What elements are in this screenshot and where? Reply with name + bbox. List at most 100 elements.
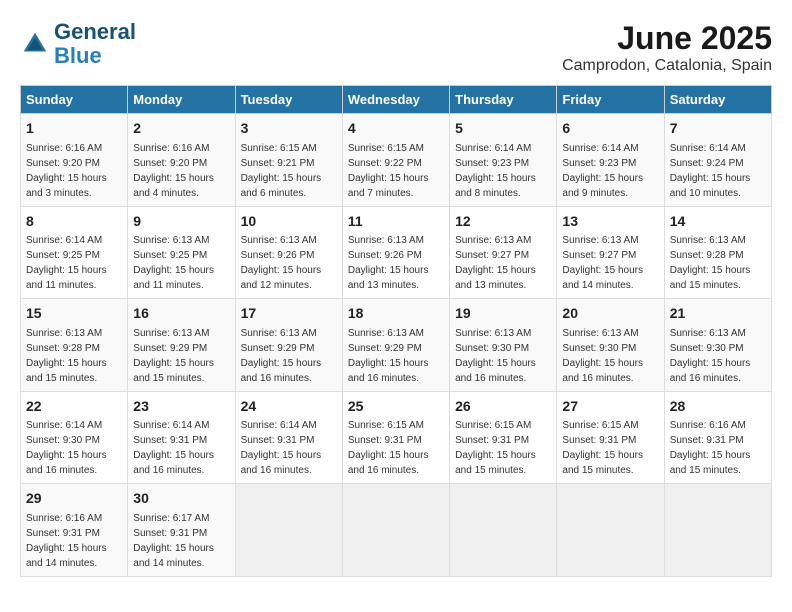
day-number: 6 (562, 119, 658, 139)
day-number: 2 (133, 119, 229, 139)
day-cell: 5Sunrise: 6:14 AMSunset: 9:23 PMDaylight… (450, 114, 557, 207)
day-cell: 14Sunrise: 6:13 AMSunset: 9:28 PMDayligh… (664, 206, 771, 299)
day-cell: 13Sunrise: 6:13 AMSunset: 9:27 PMDayligh… (557, 206, 664, 299)
day-info: Sunrise: 6:15 AMSunset: 9:31 PMDaylight:… (455, 418, 551, 478)
day-cell: 23Sunrise: 6:14 AMSunset: 9:31 PMDayligh… (128, 391, 235, 484)
day-cell (664, 484, 771, 577)
logo: General Blue (20, 20, 136, 68)
day-number: 11 (348, 212, 444, 232)
header-tuesday: Tuesday (235, 86, 342, 114)
logo-line1: General (54, 20, 136, 44)
day-info: Sunrise: 6:14 AMSunset: 9:25 PMDaylight:… (26, 233, 122, 293)
day-cell: 6Sunrise: 6:14 AMSunset: 9:23 PMDaylight… (557, 114, 664, 207)
day-info: Sunrise: 6:13 AMSunset: 9:25 PMDaylight:… (133, 233, 229, 293)
day-number: 28 (670, 397, 766, 417)
day-number: 29 (26, 489, 122, 509)
day-cell: 2Sunrise: 6:16 AMSunset: 9:20 PMDaylight… (128, 114, 235, 207)
calendar-subtitle: Camprodon, Catalonia, Spain (562, 57, 772, 75)
day-info: Sunrise: 6:16 AMSunset: 9:31 PMDaylight:… (26, 511, 122, 571)
day-cell: 28Sunrise: 6:16 AMSunset: 9:31 PMDayligh… (664, 391, 771, 484)
day-cell: 22Sunrise: 6:14 AMSunset: 9:30 PMDayligh… (21, 391, 128, 484)
day-cell (342, 484, 449, 577)
day-info: Sunrise: 6:14 AMSunset: 9:23 PMDaylight:… (455, 141, 551, 201)
day-info: Sunrise: 6:15 AMSunset: 9:31 PMDaylight:… (562, 418, 658, 478)
day-number: 20 (562, 304, 658, 324)
calendar-body: 1Sunrise: 6:16 AMSunset: 9:20 PMDaylight… (21, 114, 772, 577)
day-number: 24 (241, 397, 337, 417)
day-cell (235, 484, 342, 577)
day-info: Sunrise: 6:13 AMSunset: 9:29 PMDaylight:… (133, 326, 229, 386)
day-cell: 25Sunrise: 6:15 AMSunset: 9:31 PMDayligh… (342, 391, 449, 484)
day-info: Sunrise: 6:13 AMSunset: 9:29 PMDaylight:… (348, 326, 444, 386)
day-info: Sunrise: 6:13 AMSunset: 9:26 PMDaylight:… (348, 233, 444, 293)
day-info: Sunrise: 6:13 AMSunset: 9:30 PMDaylight:… (562, 326, 658, 386)
day-cell: 27Sunrise: 6:15 AMSunset: 9:31 PMDayligh… (557, 391, 664, 484)
calendar-title: June 2025 (562, 20, 772, 57)
header-wednesday: Wednesday (342, 86, 449, 114)
day-info: Sunrise: 6:15 AMSunset: 9:31 PMDaylight:… (348, 418, 444, 478)
week-row-2: 15Sunrise: 6:13 AMSunset: 9:28 PMDayligh… (21, 299, 772, 392)
day-info: Sunrise: 6:14 AMSunset: 9:31 PMDaylight:… (241, 418, 337, 478)
day-info: Sunrise: 6:15 AMSunset: 9:21 PMDaylight:… (241, 141, 337, 201)
header-row: SundayMondayTuesdayWednesdayThursdayFrid… (21, 86, 772, 114)
day-number: 3 (241, 119, 337, 139)
day-info: Sunrise: 6:13 AMSunset: 9:29 PMDaylight:… (241, 326, 337, 386)
header-saturday: Saturday (664, 86, 771, 114)
day-cell: 30Sunrise: 6:17 AMSunset: 9:31 PMDayligh… (128, 484, 235, 577)
day-cell (557, 484, 664, 577)
day-number: 5 (455, 119, 551, 139)
day-cell: 19Sunrise: 6:13 AMSunset: 9:30 PMDayligh… (450, 299, 557, 392)
day-info: Sunrise: 6:13 AMSunset: 9:30 PMDaylight:… (455, 326, 551, 386)
day-cell: 12Sunrise: 6:13 AMSunset: 9:27 PMDayligh… (450, 206, 557, 299)
header-monday: Monday (128, 86, 235, 114)
day-number: 17 (241, 304, 337, 324)
logo-icon (20, 29, 50, 59)
day-info: Sunrise: 6:14 AMSunset: 9:30 PMDaylight:… (26, 418, 122, 478)
day-info: Sunrise: 6:17 AMSunset: 9:31 PMDaylight:… (133, 511, 229, 571)
day-number: 12 (455, 212, 551, 232)
day-number: 15 (26, 304, 122, 324)
week-row-3: 22Sunrise: 6:14 AMSunset: 9:30 PMDayligh… (21, 391, 772, 484)
day-cell: 9Sunrise: 6:13 AMSunset: 9:25 PMDaylight… (128, 206, 235, 299)
day-info: Sunrise: 6:13 AMSunset: 9:27 PMDaylight:… (562, 233, 658, 293)
week-row-0: 1Sunrise: 6:16 AMSunset: 9:20 PMDaylight… (21, 114, 772, 207)
day-info: Sunrise: 6:14 AMSunset: 9:31 PMDaylight:… (133, 418, 229, 478)
day-number: 7 (670, 119, 766, 139)
day-number: 25 (348, 397, 444, 417)
day-info: Sunrise: 6:16 AMSunset: 9:20 PMDaylight:… (133, 141, 229, 201)
day-info: Sunrise: 6:16 AMSunset: 9:31 PMDaylight:… (670, 418, 766, 478)
day-cell: 15Sunrise: 6:13 AMSunset: 9:28 PMDayligh… (21, 299, 128, 392)
day-number: 4 (348, 119, 444, 139)
calendar-table: SundayMondayTuesdayWednesdayThursdayFrid… (20, 85, 772, 577)
day-info: Sunrise: 6:14 AMSunset: 9:23 PMDaylight:… (562, 141, 658, 201)
header-sunday: Sunday (21, 86, 128, 114)
day-cell: 18Sunrise: 6:13 AMSunset: 9:29 PMDayligh… (342, 299, 449, 392)
day-number: 26 (455, 397, 551, 417)
day-number: 8 (26, 212, 122, 232)
day-number: 10 (241, 212, 337, 232)
day-cell: 10Sunrise: 6:13 AMSunset: 9:26 PMDayligh… (235, 206, 342, 299)
day-cell: 8Sunrise: 6:14 AMSunset: 9:25 PMDaylight… (21, 206, 128, 299)
day-number: 9 (133, 212, 229, 232)
day-cell: 24Sunrise: 6:14 AMSunset: 9:31 PMDayligh… (235, 391, 342, 484)
day-number: 18 (348, 304, 444, 324)
calendar-header: SundayMondayTuesdayWednesdayThursdayFrid… (21, 86, 772, 114)
day-cell: 1Sunrise: 6:16 AMSunset: 9:20 PMDaylight… (21, 114, 128, 207)
day-cell: 7Sunrise: 6:14 AMSunset: 9:24 PMDaylight… (664, 114, 771, 207)
day-cell: 26Sunrise: 6:15 AMSunset: 9:31 PMDayligh… (450, 391, 557, 484)
day-number: 13 (562, 212, 658, 232)
day-number: 16 (133, 304, 229, 324)
day-info: Sunrise: 6:13 AMSunset: 9:26 PMDaylight:… (241, 233, 337, 293)
day-cell: 29Sunrise: 6:16 AMSunset: 9:31 PMDayligh… (21, 484, 128, 577)
header: General Blue June 2025 Camprodon, Catalo… (20, 20, 772, 75)
week-row-1: 8Sunrise: 6:14 AMSunset: 9:25 PMDaylight… (21, 206, 772, 299)
day-info: Sunrise: 6:15 AMSunset: 9:22 PMDaylight:… (348, 141, 444, 201)
day-number: 19 (455, 304, 551, 324)
day-info: Sunrise: 6:14 AMSunset: 9:24 PMDaylight:… (670, 141, 766, 201)
week-row-4: 29Sunrise: 6:16 AMSunset: 9:31 PMDayligh… (21, 484, 772, 577)
day-cell (450, 484, 557, 577)
day-info: Sunrise: 6:13 AMSunset: 9:28 PMDaylight:… (26, 326, 122, 386)
day-number: 21 (670, 304, 766, 324)
day-info: Sunrise: 6:13 AMSunset: 9:27 PMDaylight:… (455, 233, 551, 293)
day-cell: 17Sunrise: 6:13 AMSunset: 9:29 PMDayligh… (235, 299, 342, 392)
